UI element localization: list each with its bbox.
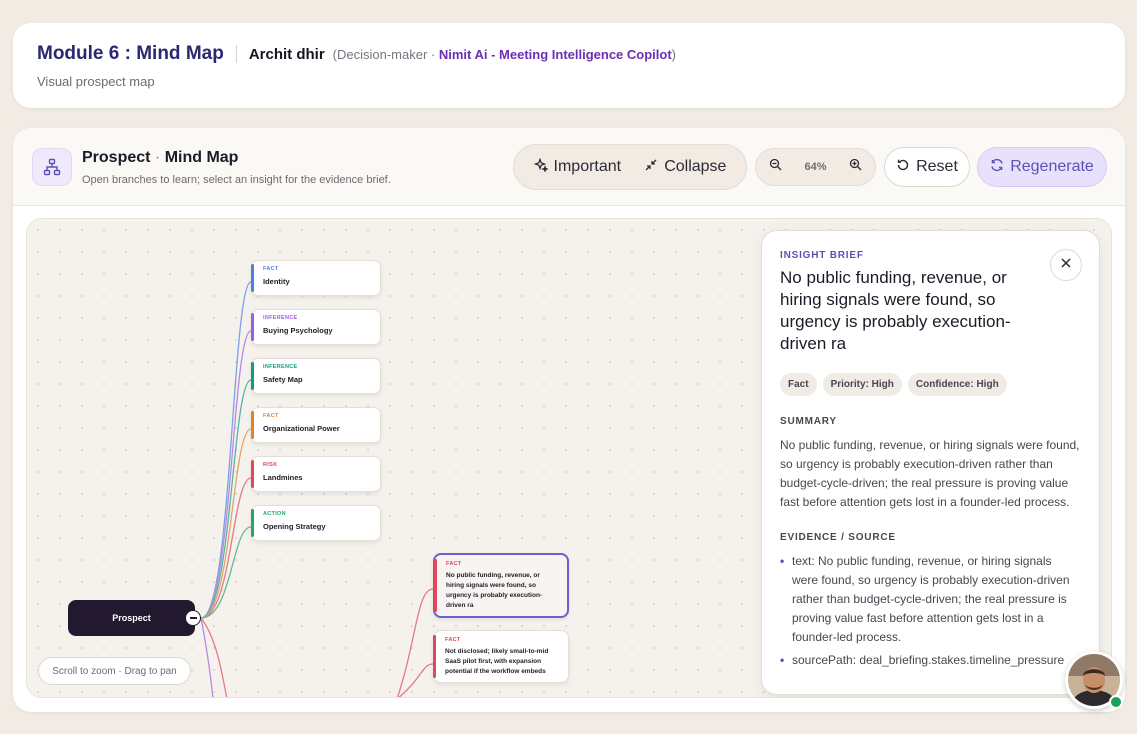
- branch-type: INFERENCE: [263, 315, 298, 321]
- branch-label: Landmines: [263, 473, 303, 482]
- zoom-level: 64%: [804, 161, 827, 173]
- branch-type: FACT: [263, 413, 279, 419]
- branch-label: Opening Strategy: [263, 522, 326, 531]
- insight-text: Not disclosed; likely small-to-mid SaaS …: [445, 648, 549, 675]
- insight-type: FACT: [446, 561, 462, 567]
- branch-label: Buying Psychology: [263, 326, 333, 335]
- module-title: Module 6 : Mind Map: [37, 43, 224, 64]
- insight-node[interactable]: FACT Not disclosed; likely small-to-mid …: [433, 630, 569, 683]
- header-card: Module 6 : Mind Map Archit dhir (Decisio…: [13, 23, 1125, 108]
- title-main: Prospect: [82, 149, 151, 166]
- reset-button[interactable]: Reset: [884, 147, 970, 187]
- evidence-item: sourcePath: deal_briefing.stakes.timelin…: [780, 651, 1080, 670]
- header-subtitle: Visual prospect map: [37, 74, 155, 89]
- mind-map-card: Prospect · Mind Map Open branches to lea…: [13, 128, 1125, 712]
- regenerate-button[interactable]: Regenerate: [977, 147, 1107, 187]
- zoom-controls: 64%: [755, 148, 876, 186]
- important-button[interactable]: Important: [533, 157, 622, 177]
- mind-map-toolbar: Prospect · Mind Map Open branches to lea…: [13, 128, 1125, 206]
- branch-label: Identity: [263, 277, 290, 286]
- evidence-list: text: No public funding, revenue, or hir…: [780, 552, 1080, 670]
- sparkle-icon: [533, 157, 549, 177]
- minus-icon: [189, 617, 197, 619]
- company-name: Nimit Ai - Meeting Intelligence Copilot: [438, 46, 672, 62]
- collapse-label: Collapse: [664, 158, 727, 175]
- mind-map-canvas[interactable]: FACT Identity INFERENCE Buying Psychology IN…: [26, 218, 1112, 698]
- zoom-in-icon[interactable]: [849, 158, 862, 176]
- branch-type: ACTION: [263, 511, 286, 517]
- close-button[interactable]: [1050, 249, 1082, 281]
- brief-title: No public funding, revenue, or hiring si…: [780, 268, 1011, 353]
- branch-type: INFERENCE: [263, 364, 298, 370]
- sitemap-icon: [32, 148, 72, 186]
- collapse-arrows-icon: [644, 158, 658, 177]
- header-divider: [235, 45, 237, 63]
- role-prefix: (Decision-maker ·: [332, 46, 439, 62]
- regenerate-label: Regenerate: [1010, 158, 1094, 175]
- branch-node[interactable]: ACTION Opening Strategy: [251, 505, 381, 541]
- chip-priority: Priority: High: [822, 373, 902, 396]
- collapse-root-toggle[interactable]: [185, 610, 201, 626]
- zoom-out-icon[interactable]: [769, 158, 782, 176]
- branch-label: Organizational Power: [263, 424, 340, 433]
- branch-node[interactable]: FACT Identity: [251, 260, 381, 296]
- branch-node[interactable]: FACT Organizational Power: [251, 407, 381, 443]
- insight-brief-panel: INSIGHT BRIEF No public funding, revenue…: [761, 230, 1100, 695]
- insight-type: FACT: [445, 637, 461, 643]
- important-label: Important: [553, 158, 622, 175]
- branch-label: Safety Map: [263, 375, 303, 384]
- summary-text: No public funding, revenue, or hiring si…: [780, 438, 1080, 509]
- summary-heading: SUMMARY: [780, 416, 837, 427]
- brief-kicker: INSIGHT BRIEF: [780, 250, 864, 261]
- branch-node[interactable]: RISK Landmines: [251, 456, 381, 492]
- mind-map-title: Prospect · Mind Map: [82, 149, 238, 167]
- brief-chips: Fact Priority: High Confidence: High: [780, 373, 1080, 396]
- online-status-dot: [1109, 695, 1123, 709]
- title-separator: ·: [150, 149, 165, 166]
- close-icon: [1060, 256, 1072, 274]
- header-title-row: Module 6 : Mind Map Archit dhir (Decisio…: [37, 43, 676, 65]
- person-role: (Decision-maker · Nimit Ai - Meeting Int…: [333, 47, 676, 62]
- role-suffix: ): [671, 46, 677, 62]
- mind-map-subtitle: Open branches to learn; select an insigh…: [82, 174, 391, 186]
- collapse-button[interactable]: Collapse: [644, 158, 726, 177]
- insight-text: No public funding, revenue, or hiring si…: [446, 572, 543, 609]
- evidence-heading: EVIDENCE / SOURCE: [780, 532, 896, 543]
- branch-node[interactable]: INFERENCE Safety Map: [251, 358, 381, 394]
- chip-confidence: Confidence: High: [907, 373, 1007, 396]
- branch-type: RISK: [263, 462, 278, 468]
- refresh-icon: [990, 158, 1004, 177]
- chip-kind: Fact: [780, 373, 817, 396]
- canvas-hint: Scroll to zoom · Drag to pan: [38, 657, 191, 685]
- person-name: Archit dhir: [248, 45, 325, 63]
- insight-node-selected[interactable]: FACT No public funding, revenue, or hiri…: [433, 553, 569, 618]
- view-mode-group: Important Collapse: [513, 144, 747, 190]
- reset-label: Reset: [916, 158, 958, 175]
- root-node-prospect[interactable]: Prospect: [68, 600, 195, 636]
- title-rest: Mind Map: [164, 149, 239, 166]
- branch-type: FACT: [263, 266, 279, 272]
- reset-icon: [896, 158, 910, 177]
- branch-node[interactable]: INFERENCE Buying Psychology: [251, 309, 381, 345]
- evidence-item: text: No public funding, revenue, or hir…: [780, 552, 1080, 647]
